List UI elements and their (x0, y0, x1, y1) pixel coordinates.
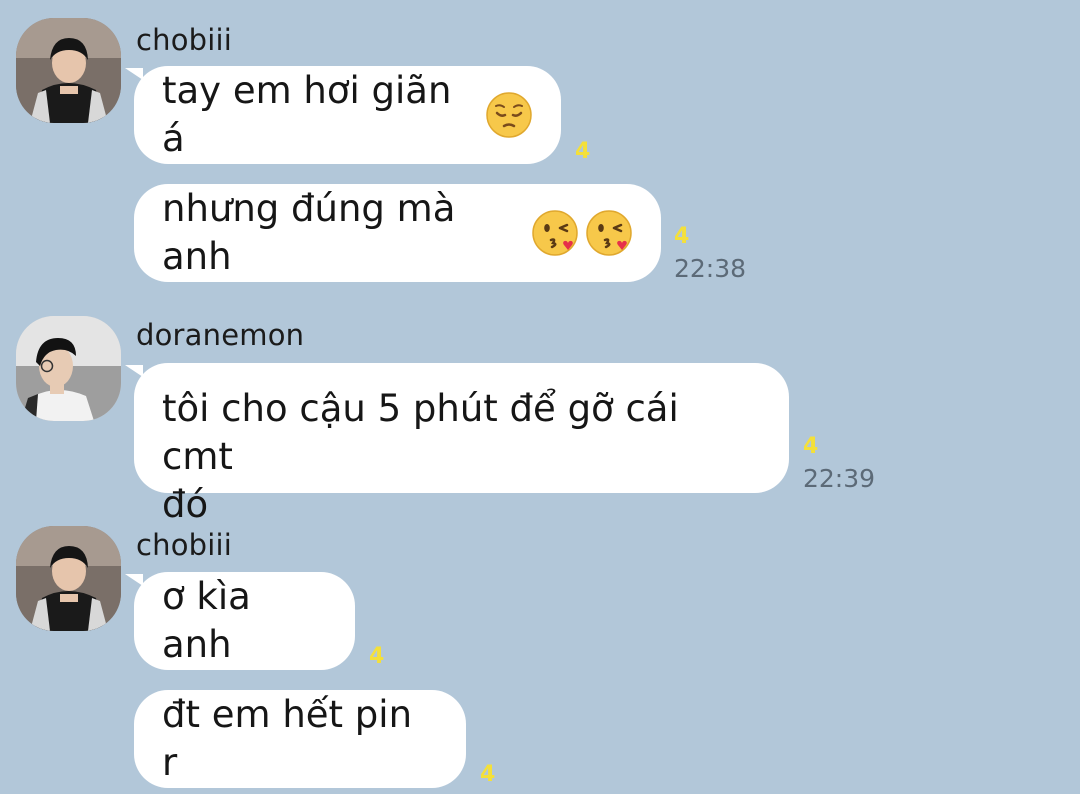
avatar-doranemon-photo (16, 316, 121, 421)
message-bubble[interactable]: tay em hơi giãn á (134, 66, 561, 164)
message-text: ơ kìa anh (162, 575, 263, 666)
avatar-chobiii-photo (16, 526, 121, 631)
message-timestamp: 22:38 (674, 254, 747, 283)
unread-count: 4 (803, 434, 819, 459)
message-text: tôi cho cậu 5 phút để gỡ cái cmt đó (162, 387, 679, 526)
message-bubble[interactable]: tôi cho cậu 5 phút để gỡ cái cmt đó (134, 363, 789, 526)
message-text: tay em hơi giãn á (162, 69, 464, 160)
message-timestamp: 22:39 (803, 464, 876, 493)
message-bubble[interactable]: nhưng đúng mà anh (134, 184, 661, 282)
sender-name: doranemon (136, 318, 305, 352)
unread-count: 4 (674, 224, 690, 249)
message-text: nhưng đúng mà anh (162, 187, 468, 278)
avatar-chobiii-photo (16, 18, 121, 123)
face-blowing-kiss-emoji-icon (531, 209, 579, 257)
sender-name: chobiii (136, 23, 233, 57)
unread-count: 4 (575, 139, 591, 164)
avatar-doranemon[interactable] (16, 316, 121, 421)
pensive-face-emoji-icon (485, 91, 533, 139)
message-bubble[interactable]: ơ kìa anh (134, 572, 355, 670)
sender-name: chobiii (136, 528, 233, 562)
face-blowing-kiss-emoji-icon (585, 209, 633, 257)
avatar-chobiii[interactable] (16, 526, 121, 631)
message-text: đt em hết pin r (162, 693, 424, 784)
message-bubble[interactable]: đt em hết pin r (134, 690, 466, 788)
avatar-chobiii[interactable] (16, 18, 121, 123)
unread-count: 4 (480, 762, 496, 787)
unread-count: 4 (369, 644, 385, 669)
